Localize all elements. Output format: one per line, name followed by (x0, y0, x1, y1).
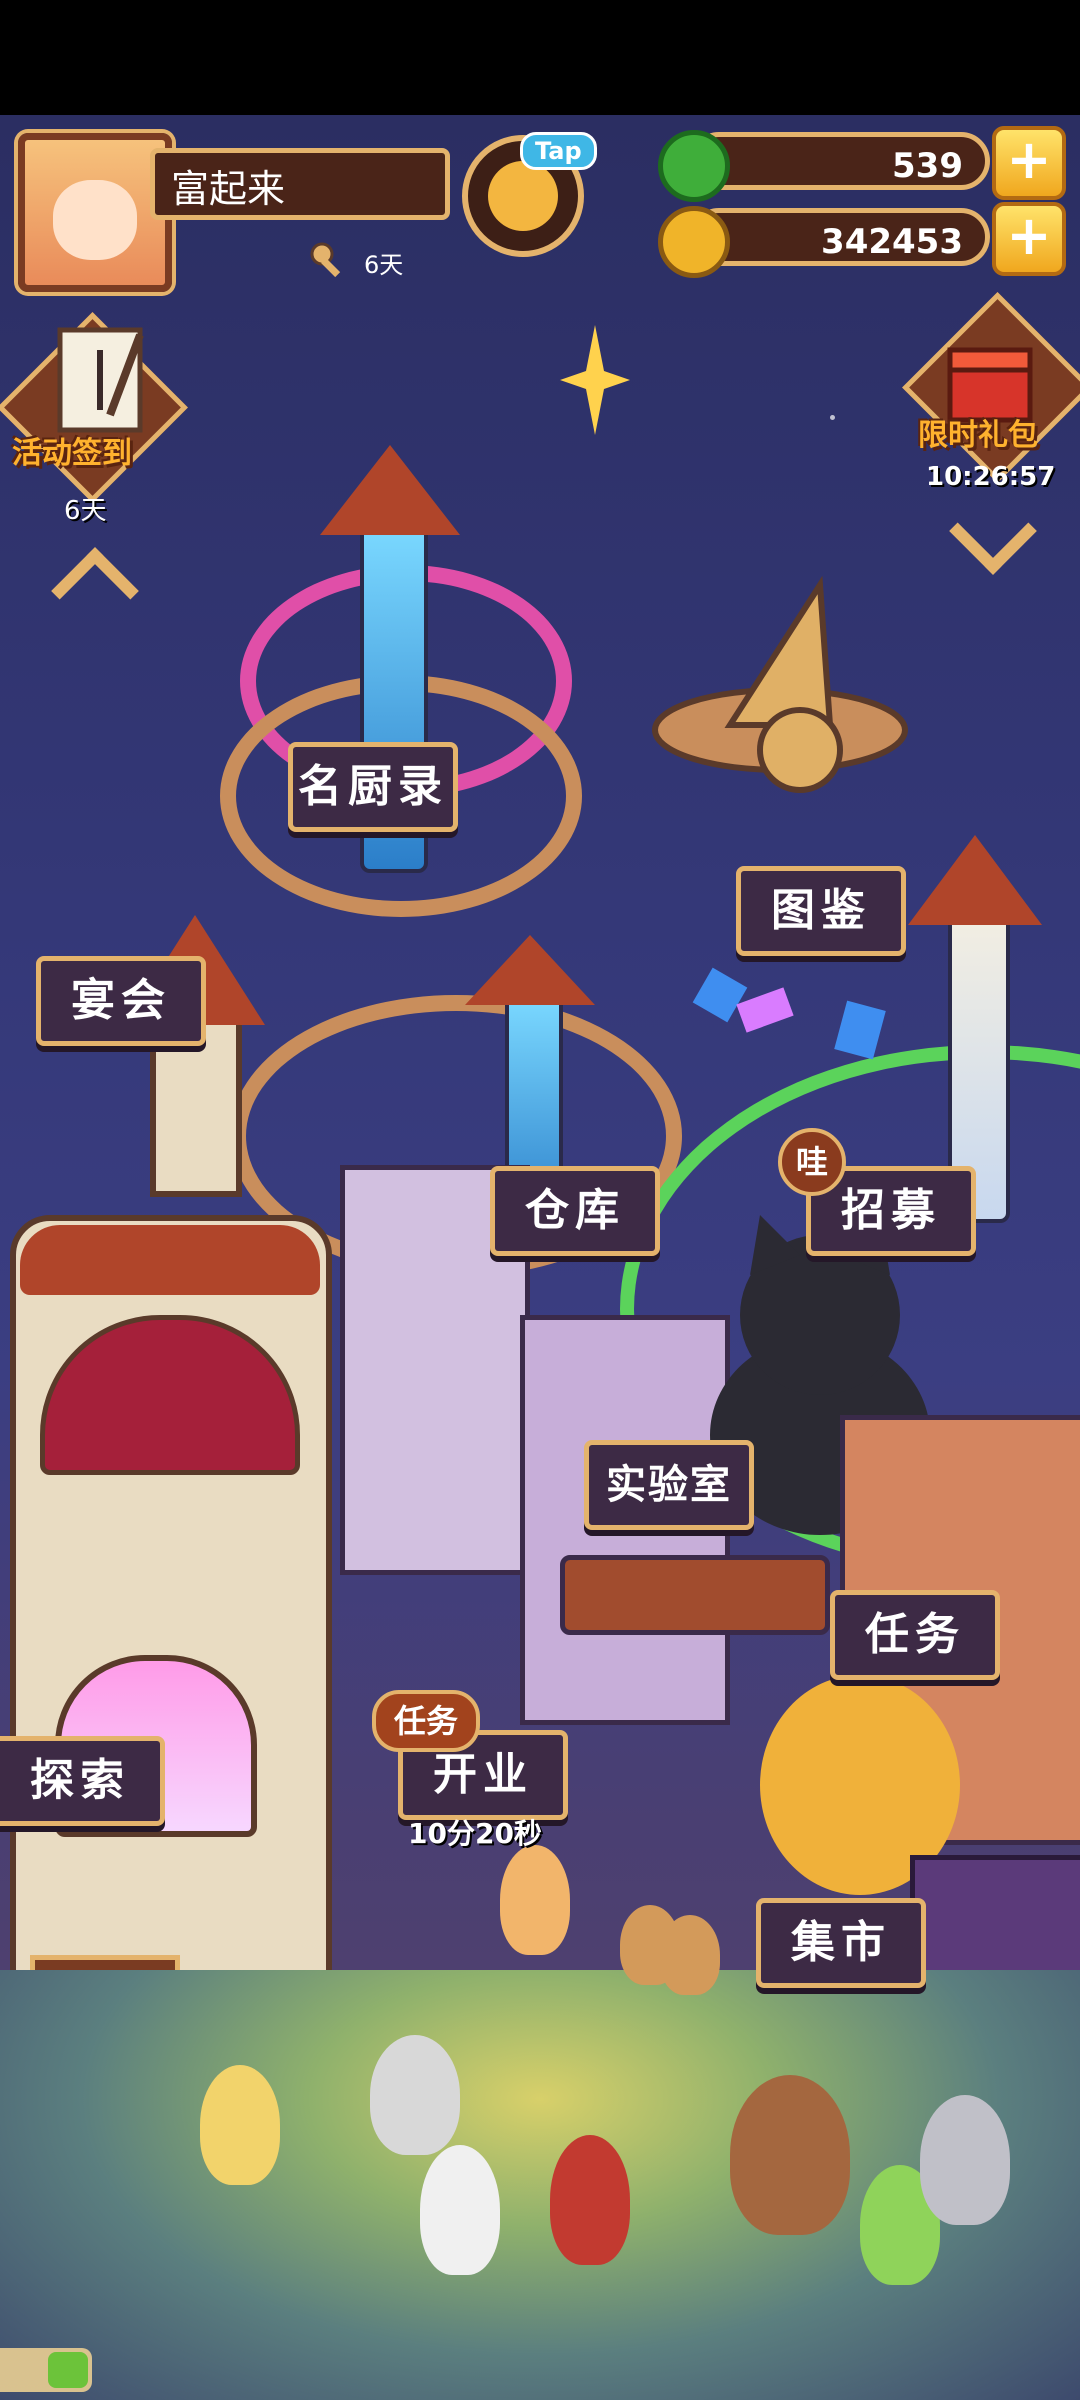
character[interactable] (550, 2135, 630, 2265)
tap-badge: Tap (520, 132, 597, 170)
jade-coin-icon (658, 130, 730, 202)
sign-chef-records[interactable]: 名厨录 (288, 742, 458, 832)
sign-banquet[interactable]: 宴会 (36, 956, 206, 1046)
recruit-badge: 哇 (778, 1128, 846, 1196)
crystal-shard (834, 1000, 886, 1060)
sign-collection[interactable]: 图鉴 (736, 866, 906, 956)
add-jade-button[interactable]: + (992, 126, 1066, 200)
character[interactable] (420, 2145, 500, 2275)
sign-warehouse[interactable]: 仓库 (490, 1166, 660, 1256)
bottom-drawer-toggle[interactable] (0, 2348, 92, 2392)
player-name[interactable]: 富起来 (150, 148, 450, 220)
character[interactable] (920, 2095, 1010, 2225)
sign-lab[interactable]: 实验室 (584, 1440, 754, 1530)
spire-tower (908, 835, 1042, 1223)
bridge (560, 1555, 830, 1635)
key-icon (310, 242, 350, 282)
crystal-shard (736, 987, 794, 1033)
star (830, 415, 835, 420)
sign-explore[interactable]: 探索 (0, 1736, 165, 1826)
key-days-text: 6天 (364, 250, 404, 279)
character[interactable] (370, 2035, 460, 2155)
character[interactable] (660, 1915, 720, 1995)
player-avatar[interactable] (18, 133, 172, 292)
limited-gift-label: 限时礼包 (918, 418, 1038, 453)
sign-task[interactable]: 任务 (830, 1590, 1000, 1680)
calligraphy-icon (57, 327, 144, 433)
jade-currency: 539 (690, 132, 990, 190)
town-scene (0, 115, 1080, 2400)
event-signin-label: 活动签到 (12, 436, 132, 471)
character[interactable] (200, 2065, 280, 2185)
sparkle-icon (560, 325, 630, 435)
add-gold-button[interactable]: + (992, 202, 1066, 276)
event-signin-days: 6天 (64, 496, 107, 526)
status-bar (0, 0, 1080, 115)
open-business-task-badge: 任务 (372, 1690, 480, 1752)
sign-market[interactable]: 集市 (756, 1898, 926, 1988)
gold-currency: 342453 (690, 208, 990, 266)
character[interactable] (730, 2075, 850, 2235)
witch-hat-icon (652, 575, 908, 793)
gold-coin-icon (658, 206, 730, 278)
character[interactable] (500, 1845, 570, 1955)
open-business-timer: 10分20秒 (408, 1817, 542, 1850)
key-days-row: 6天 (310, 242, 403, 282)
